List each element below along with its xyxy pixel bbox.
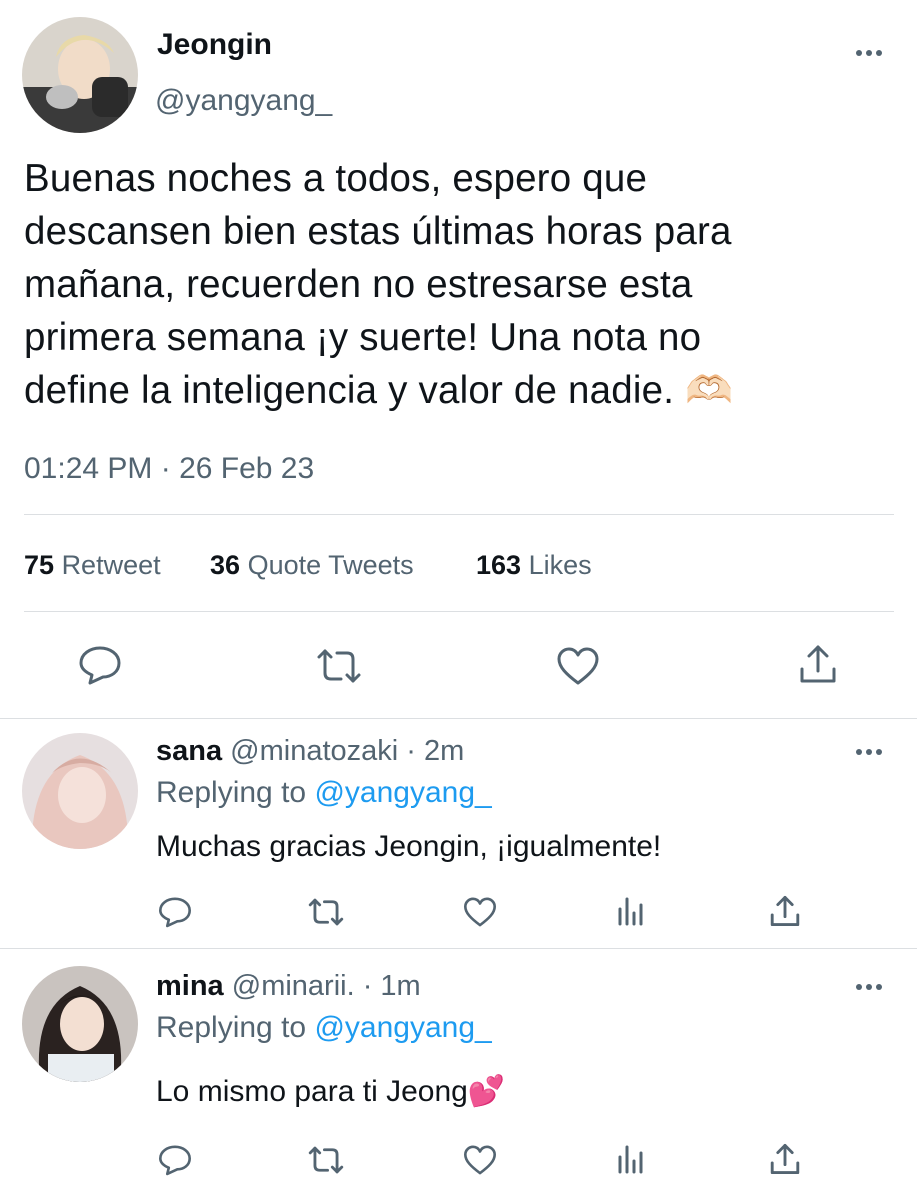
author-handle[interactable]: @yangyang_ (155, 84, 332, 118)
analytics-icon[interactable] (616, 895, 646, 927)
tweet-text: Buenas noches a todos, espero que descan… (24, 152, 904, 417)
more-options-icon[interactable] (856, 749, 882, 755)
replying-mention[interactable]: @yangyang_ (314, 1011, 491, 1044)
reply-header: sana @minatozaki · 2m (156, 735, 464, 768)
retweets-count: 75 (24, 550, 55, 580)
author-name[interactable]: Jeongin (157, 28, 272, 62)
like-icon[interactable] (463, 1144, 497, 1176)
replying-prefix: Replying to (156, 776, 307, 809)
analytics-icon[interactable] (616, 1143, 646, 1175)
share-icon[interactable] (769, 1142, 801, 1176)
retweet-icon[interactable] (307, 897, 345, 927)
reply-author-name[interactable]: mina (156, 970, 224, 1002)
retweet-icon[interactable] (315, 647, 363, 685)
share-icon[interactable] (798, 643, 838, 685)
tweet-text-line: mañana, recuerden no estresarse esta (24, 263, 693, 306)
reply-text: Muchas gracias Jeongin, ¡igualmente! (156, 830, 662, 863)
quotes-stat[interactable]: 36 Quote Tweets (210, 550, 414, 581)
retweets-label: Retweet (61, 550, 161, 580)
reply-text: Lo mismo para ti Jeong💕 (156, 1075, 506, 1108)
share-icon[interactable] (769, 894, 801, 928)
divider (0, 718, 917, 719)
reply-author-name[interactable]: sana (156, 735, 222, 767)
tweet-timestamp[interactable]: 01:24 PM · 26 Feb 23 (24, 452, 314, 486)
tweet-text-line: Buenas noches a todos, espero que (24, 157, 648, 200)
tweet-text-line: descansen bien estas últimas horas para (24, 210, 732, 253)
reply-icon[interactable] (158, 1144, 192, 1176)
retweet-icon[interactable] (307, 1145, 345, 1175)
likes-count: 163 (476, 550, 522, 580)
author-avatar[interactable] (22, 17, 138, 133)
more-options-icon[interactable] (856, 984, 882, 990)
retweets-stat[interactable]: 75 Retweet (24, 550, 161, 581)
likes-label: Likes (528, 550, 592, 580)
like-icon[interactable] (556, 646, 600, 686)
reply-icon[interactable] (78, 645, 122, 685)
replying-prefix: Replying to (156, 1011, 307, 1044)
quotes-count: 36 (210, 550, 241, 580)
replying-mention[interactable]: @yangyang_ (314, 776, 491, 809)
reply-avatar[interactable] (22, 733, 138, 849)
reply-avatar[interactable] (22, 966, 138, 1082)
reply-header: mina @minarii. · 1m (156, 970, 421, 1003)
tweet-text-line: primera semana ¡y suerte! Una nota no (24, 316, 702, 359)
tweet-text-line: define la inteligencia y valor de nadie.… (24, 369, 734, 412)
reply-handle-time[interactable]: @minarii. · 1m (232, 970, 421, 1002)
replying-to: Replying to @yangyang_ (156, 1011, 492, 1045)
like-icon[interactable] (463, 896, 497, 928)
more-options-icon[interactable] (856, 50, 882, 56)
replying-to: Replying to @yangyang_ (156, 776, 492, 810)
quotes-label: Quote Tweets (247, 550, 414, 580)
divider (24, 514, 894, 515)
divider (24, 611, 894, 612)
likes-stat[interactable]: 163 Likes (476, 550, 592, 581)
reply-icon[interactable] (158, 896, 192, 928)
reply-handle-time[interactable]: @minatozaki · 2m (230, 735, 464, 767)
divider (0, 948, 917, 949)
